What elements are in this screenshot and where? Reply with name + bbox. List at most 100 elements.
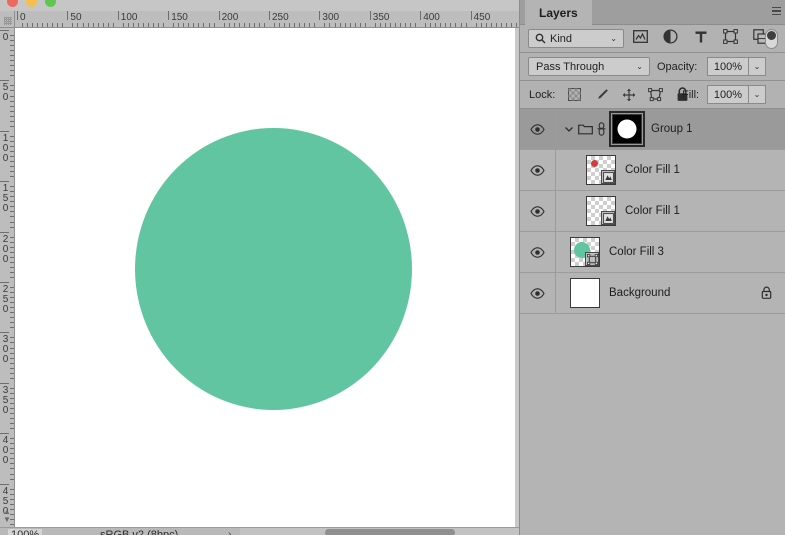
vertical-scroll-arrows[interactable]: ▲ ▼ — [3, 508, 13, 526]
filter-kind-select[interactable]: Kind ⌄ — [528, 29, 624, 48]
layer-body[interactable]: Color Fill 1 — [556, 150, 785, 191]
layer-row[interactable]: Color Fill 3 — [520, 231, 785, 273]
padlock-icon — [761, 286, 772, 299]
ruler-v-label: 200 — [2, 233, 9, 265]
thumbnail-red-dot — [591, 160, 598, 167]
vertical-ruler[interactable]: 050100150200250300350400450 — [0, 28, 15, 527]
tab-layers[interactable]: Layers — [525, 0, 592, 25]
panel-menu-icon[interactable] — [770, 4, 782, 18]
window-traffic-lights — [7, 0, 56, 7]
eye-icon — [530, 246, 545, 258]
document-titlebar: animationClippingMask.psd @ 100% (Group … — [0, 0, 519, 11]
panel-tab-bar: Layers — [520, 0, 785, 25]
layer-visibility-toggle[interactable] — [520, 190, 556, 232]
lock-icons — [566, 86, 691, 103]
mask-circle-shape — [617, 119, 637, 139]
layer-visibility-toggle[interactable] — [520, 149, 556, 191]
fill-input[interactable]: 100% — [707, 85, 749, 104]
ruler-h-label: 350 — [372, 12, 390, 23]
opacity-input[interactable]: 100% — [707, 57, 749, 76]
document-window: animationClippingMask.psd @ 100% (Group … — [0, 0, 519, 535]
opacity-label: Opacity: — [657, 61, 698, 73]
layer-visibility-toggle[interactable] — [520, 231, 556, 273]
layer-body[interactable]: Group 1 — [556, 109, 785, 150]
layer-row[interactable]: Group 1 — [520, 108, 785, 150]
layer-visibility-toggle[interactable] — [520, 108, 556, 150]
horizontal-ruler[interactable]: 0 50 100 150 200 250 300 350 400 450 — [15, 11, 519, 28]
blend-mode-select[interactable]: Pass Through ⌄ — [528, 57, 650, 76]
ruler-h-label: 450 — [473, 12, 491, 23]
link-icon[interactable] — [597, 122, 606, 136]
layer-thumbnail[interactable] — [570, 278, 600, 308]
layer-filter-row: Kind ⌄ — [520, 25, 785, 53]
status-expand-arrow[interactable]: › — [228, 529, 231, 535]
green-circle-shape[interactable] — [135, 128, 412, 410]
filter-shape-icon[interactable] — [722, 28, 739, 45]
chevron-down-icon: ⌄ — [636, 62, 643, 71]
close-window-button[interactable] — [7, 0, 18, 7]
layer-row[interactable]: Background — [520, 272, 785, 314]
layer-mask-thumbnail[interactable] — [609, 111, 645, 147]
search-icon — [535, 33, 546, 44]
lock-image-icon[interactable] — [593, 86, 610, 103]
eye-icon — [530, 164, 545, 176]
lock-position-icon[interactable] — [620, 86, 637, 103]
lock-row: Lock: Fill: 100% ⌄ — [520, 81, 785, 109]
layer-name: Background — [609, 287, 671, 299]
ruler-h-label: 400 — [423, 12, 440, 23]
folder-icon — [578, 123, 593, 135]
canvas-artboard[interactable] — [15, 28, 515, 527]
chevron-down-icon[interactable] — [564, 124, 574, 134]
layer-list[interactable]: Group 1 Color Fill 1 Color Fill 1 Color … — [520, 108, 785, 535]
filter-type-icon[interactable] — [692, 28, 709, 45]
horizontal-scrollbar[interactable] — [240, 528, 519, 535]
layer-name: Color Fill 1 — [625, 205, 680, 217]
zoom-level-field[interactable]: 100% — [8, 529, 43, 535]
filter-enable-toggle[interactable] — [765, 29, 778, 49]
document-status-bar: 100% sRGB v2 (8bpc) › — [0, 527, 519, 535]
layer-thumbnail[interactable] — [586, 155, 616, 185]
layer-visibility-toggle[interactable] — [520, 272, 556, 314]
eye-icon — [530, 123, 545, 135]
blend-mode-value: Pass Through — [536, 60, 605, 73]
layer-row[interactable]: Color Fill 1 — [520, 149, 785, 191]
layer-body[interactable]: Background — [556, 273, 785, 314]
layer-name: Group 1 — [651, 123, 693, 135]
ruler-v-label: 150 — [2, 183, 9, 215]
vector-mask-badge-icon — [601, 211, 615, 225]
eye-icon — [530, 205, 545, 217]
filter-kind-value: Kind — [550, 32, 573, 45]
filter-adjustment-icon[interactable] — [662, 28, 679, 45]
lock-label: Lock: — [529, 89, 556, 101]
ruler-v-label: 300 — [2, 334, 9, 366]
fill-label: Fill: — [682, 89, 700, 101]
layer-body[interactable]: Color Fill 3 — [556, 232, 785, 273]
vector-mask-badge-icon — [601, 170, 615, 184]
vector-shape-badge-icon — [585, 252, 599, 266]
minimize-window-button[interactable] — [26, 0, 37, 7]
canvas-viewport[interactable] — [15, 28, 519, 527]
ruler-h-label: 50 — [70, 12, 82, 23]
layer-thumbnail[interactable] — [586, 196, 616, 226]
maximize-window-button[interactable] — [45, 0, 56, 7]
layer-thumbnail[interactable] — [570, 237, 600, 267]
lock-artboard-icon[interactable] — [647, 86, 664, 103]
chevron-down-icon: ⌄ — [610, 34, 617, 43]
group-controls — [564, 122, 606, 136]
ruler-origin-corner[interactable] — [0, 11, 15, 28]
layer-row[interactable]: Color Fill 1 — [520, 190, 785, 232]
opacity-stepper[interactable]: ⌄ — [749, 57, 766, 76]
ruler-v-label: 400 — [2, 435, 9, 467]
ruler-h-label: 150 — [171, 12, 188, 23]
ruler-h-label: 200 — [221, 12, 239, 23]
tab-layers-label: Layers — [539, 5, 578, 20]
fill-stepper[interactable]: ⌄ — [749, 85, 766, 104]
layer-body[interactable]: Color Fill 1 — [556, 191, 785, 232]
photoshop-window: animationClippingMask.psd @ 100% (Group … — [0, 0, 785, 535]
document-color-profile: sRGB v2 (8bpc) — [100, 529, 179, 535]
layer-name: Color Fill 3 — [609, 246, 664, 258]
lock-transparency-icon[interactable] — [566, 86, 583, 103]
horizontal-scrollbar-thumb[interactable] — [325, 529, 455, 535]
layer-name: Color Fill 1 — [625, 164, 680, 176]
filter-pixel-icon[interactable] — [632, 28, 649, 45]
